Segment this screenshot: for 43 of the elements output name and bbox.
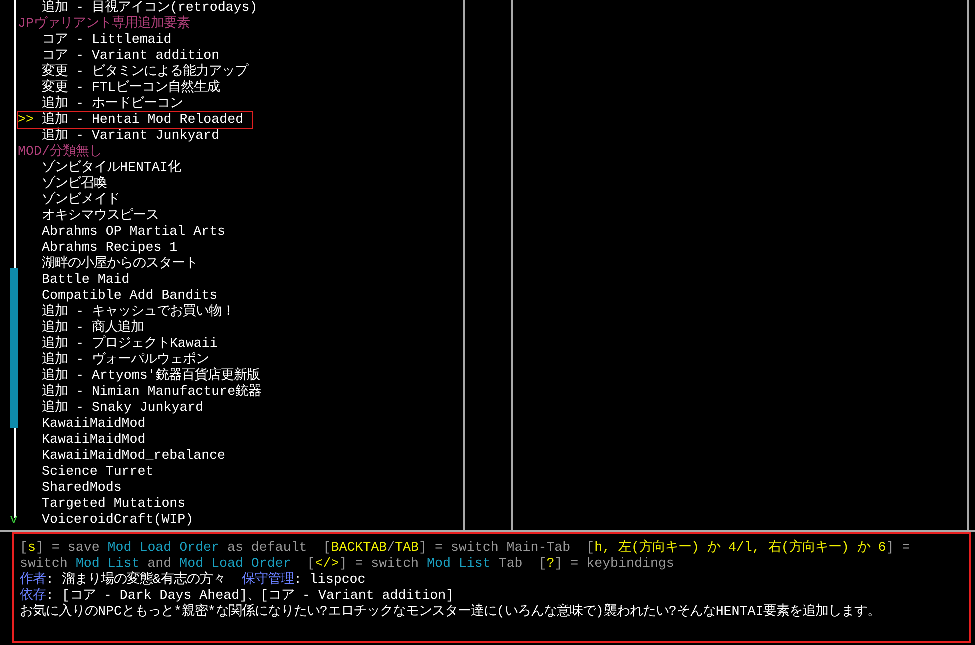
mod-list-item[interactable]: 追加 - Artyoms'銃器百貨店更新版 <box>18 368 268 384</box>
mod-list-item[interactable]: Battle Maid <box>18 272 138 288</box>
dependencies-label: 依存 <box>20 588 46 604</box>
mod-list-item[interactable]: KawaiiMaidMod <box>18 432 154 448</box>
mod-list-item[interactable]: 追加 - 商人追加 <box>18 320 152 336</box>
mod-list-item[interactable]: 追加 - キャッシュでお買い物！ <box>18 304 243 320</box>
mod-list-item[interactable]: コア - Variant addition <box>18 48 228 64</box>
mod-list-item[interactable]: 追加 - Nimian Manufacture銃器 <box>18 384 270 400</box>
mod-list-item[interactable]: 湖畔の小屋からのスタート <box>18 256 206 272</box>
mod-list-item[interactable]: Compatible Add Bandits <box>18 288 226 304</box>
maintainer-value: : lispcoc <box>294 572 366 588</box>
mod-list-item[interactable]: 追加 - ヴォーパルウェポン <box>18 352 217 368</box>
mod-list-item[interactable]: Abrahms Recipes 1 <box>18 240 186 256</box>
mod-list-item[interactable]: >> 追加 - Hentai Mod Reloaded <box>18 112 252 128</box>
mod-list-item[interactable]: KawaiiMaidMod_rebalance <box>18 448 234 464</box>
mod-list-item[interactable]: オキシマウスピース <box>18 208 167 224</box>
mod-list-item[interactable]: 追加 - Snaky Junkyard <box>18 400 212 416</box>
mod-list-item[interactable]: 追加 - ホードビーコン <box>18 96 191 112</box>
mod-list-item[interactable]: Abrahms OP Martial Arts <box>18 224 234 240</box>
mod-list-item[interactable]: Science Turret <box>18 464 162 480</box>
mod-list-item[interactable]: 変更 - ビタミンによる能力アップ <box>18 64 256 80</box>
mod-list-item[interactable]: VoiceroidCraft(WIP) <box>18 512 202 528</box>
mod-list-item[interactable]: SharedMods <box>18 480 130 496</box>
keybindings-help: [s] = save Mod Load Order as default [BACKTAB/TAB] = switch Main-Tab [h, 左(方向キー) か 4/l, 右(方向キー) か 6] = switch Mod List and Mod Load Order [</>] = switch Mod List Tab [?] = keybindings <box>20 540 912 572</box>
category-header[interactable]: JPヴァリアント専用追加要素 <box>18 16 198 32</box>
mod-list-item[interactable]: コア - Littlemaid <box>18 32 180 48</box>
more-below-indicator: v <box>10 512 18 528</box>
mod-list-item[interactable]: Targeted Mutations <box>18 496 194 512</box>
scrollbar-thumb[interactable] <box>10 268 18 428</box>
maintainer-label: 保守管理 <box>242 572 294 588</box>
category-header[interactable]: MOD/分類無し <box>18 144 110 160</box>
mod-list-item[interactable]: ゾンビ召喚 <box>18 176 115 192</box>
mod-list-item[interactable]: 追加 - プロジェクトKawaii <box>18 336 226 352</box>
mod-list-item[interactable]: 追加 - 目視アイコン(retrodays) <box>18 0 266 16</box>
dependencies-value: : [コア - Dark Days Ahead]、[コア - Variant addition] <box>46 588 454 604</box>
author-label: 作者 <box>20 572 46 588</box>
author-value: : 溜まり場の変態&有志の方々 <box>46 572 226 588</box>
mod-list-item[interactable]: ゾンビタイルHENTAI化 <box>18 160 189 176</box>
mod-list-item[interactable]: 追加 - Variant Junkyard <box>18 128 228 144</box>
mod-description: お気に入りのNPCともっと*親密*な関係になりたい?エロチックなモンスター達に(いろんな意味で)襲われたい?そんなHENTAI要素を追加します。 <box>20 604 882 620</box>
mod-list-item[interactable]: ゾンビメイド <box>18 192 128 208</box>
mod-list-item[interactable]: KawaiiMaidMod <box>18 416 154 432</box>
mod-list-item[interactable]: 変更 - FTLビーコン自然生成 <box>18 80 228 96</box>
